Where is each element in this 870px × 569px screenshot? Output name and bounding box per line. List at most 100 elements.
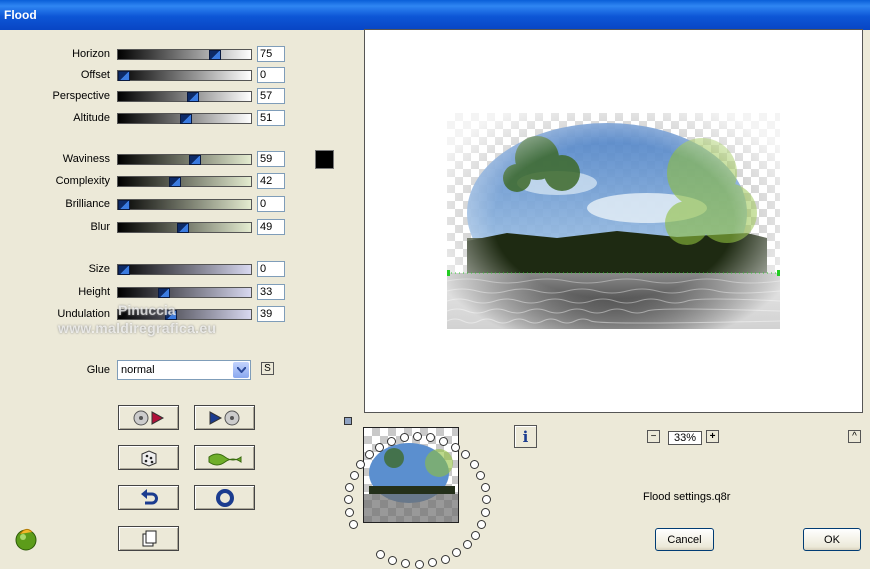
waviness-slider[interactable] [117, 154, 252, 165]
horizon-value-field[interactable]: 75 [257, 46, 285, 62]
navigator-dot [481, 483, 490, 492]
zoom-in-button[interactable]: + [706, 430, 719, 443]
waviness-label: Waviness [62, 153, 110, 165]
size-slider[interactable] [117, 264, 252, 275]
navigator-handle[interactable] [344, 417, 352, 425]
navigator-dot [350, 471, 359, 480]
navigator-dot [451, 443, 460, 452]
color-swatch[interactable] [315, 150, 334, 169]
navigator-dot [401, 559, 410, 568]
glue-label: Glue [86, 364, 110, 376]
save-settings-button[interactable] [194, 405, 255, 430]
cancel-button[interactable]: Cancel [655, 528, 714, 551]
size-value-field[interactable]: 0 [257, 261, 285, 277]
waviness-slider-thumb[interactable] [189, 155, 201, 165]
altitude-label: Altitude [73, 112, 110, 124]
perspective-slider[interactable] [117, 91, 252, 102]
collapse-button[interactable]: ^ [848, 430, 861, 443]
app-logo-icon [12, 524, 40, 555]
navigator-dot [441, 555, 450, 564]
random-button[interactable] [118, 445, 179, 470]
complexity-slider[interactable] [117, 176, 252, 187]
dice-icon [141, 449, 156, 467]
save-settings-icon [209, 410, 239, 425]
horizon-label: Horizon [72, 48, 110, 60]
wave-icon [208, 453, 241, 465]
chevron-down-icon[interactable] [233, 362, 249, 378]
navigator-dot [439, 437, 448, 446]
offset-slider[interactable] [117, 70, 252, 81]
reset-icon [215, 488, 234, 507]
load-settings-button[interactable] [118, 405, 179, 430]
perspective-slider-thumb[interactable] [187, 92, 199, 102]
height-value-field[interactable]: 33 [257, 284, 285, 300]
size-label: Size [88, 263, 110, 275]
glue-seamless-button[interactable]: S [261, 362, 274, 375]
offset-value-field[interactable]: 0 [257, 67, 285, 83]
zoom-out-button[interactable]: − [647, 430, 660, 443]
navigator-dot [481, 508, 490, 517]
navigator-dot [477, 520, 486, 529]
undulation-slider-thumb[interactable] [165, 310, 177, 320]
undo-button[interactable] [118, 485, 179, 510]
offset-slider-thumb[interactable] [118, 71, 130, 81]
undo-icon [140, 488, 158, 504]
navigator[interactable] [336, 416, 496, 569]
height-slider[interactable] [117, 287, 252, 298]
altitude-slider-thumb[interactable] [180, 114, 192, 124]
glue-selected: normal [121, 364, 155, 376]
navigator-dot [470, 460, 479, 469]
zoom-in-label: + [709, 431, 716, 442]
blur-slider[interactable] [117, 222, 252, 233]
title-bar: Flood [0, 0, 870, 30]
ok-button[interactable]: OK [803, 528, 861, 551]
navigator-dot [482, 495, 491, 504]
glue-seamless-label: S [264, 363, 271, 374]
navigator-dot [344, 495, 353, 504]
undulation-value-field[interactable]: 39 [257, 306, 285, 322]
undulation-slider[interactable] [117, 309, 252, 320]
blur-slider-thumb[interactable] [177, 223, 189, 233]
load-settings-icon [133, 410, 164, 425]
blur-label: Blur [90, 221, 110, 233]
brilliance-slider[interactable] [117, 199, 252, 210]
brilliance-value-field[interactable]: 0 [257, 196, 285, 212]
info-button[interactable]: i [514, 425, 537, 448]
navigator-dot [452, 548, 461, 557]
info-icon: i [522, 427, 529, 446]
navigator-dot [471, 531, 480, 540]
copy-icon [142, 530, 156, 546]
navigator-dot [345, 483, 354, 492]
navigator-dot [463, 540, 472, 549]
navigator-dot [461, 450, 470, 459]
waviness-value-field[interactable]: 59 [257, 151, 285, 167]
watermark-line2: www.maldiregrafica.eu [58, 320, 217, 336]
cancel-label: Cancel [667, 533, 702, 546]
horizon-slider-thumb[interactable] [209, 50, 221, 60]
reset-button[interactable] [194, 485, 255, 510]
complexity-label: Complexity [55, 175, 110, 187]
complexity-slider-thumb[interactable] [169, 177, 181, 187]
altitude-slider[interactable] [117, 113, 252, 124]
brilliance-label: Brilliance [65, 198, 110, 210]
undulation-label: Undulation [57, 308, 110, 320]
navigator-dot [356, 460, 365, 469]
navigator-dot [375, 443, 384, 452]
navigator-dot [476, 471, 485, 480]
size-slider-thumb[interactable] [118, 265, 130, 275]
copy-button[interactable] [118, 526, 179, 551]
wave-button[interactable] [194, 445, 255, 470]
preview-area[interactable] [364, 29, 863, 413]
blur-value-field[interactable]: 49 [257, 219, 285, 235]
horizon-slider[interactable] [117, 49, 252, 60]
perspective-value-field[interactable]: 57 [257, 88, 285, 104]
preview-image [447, 113, 780, 329]
navigator-dot [365, 450, 374, 459]
altitude-value-field[interactable]: 51 [257, 110, 285, 126]
navigator-dot [413, 432, 422, 441]
navigator-dot [345, 508, 354, 517]
complexity-value-field[interactable]: 42 [257, 173, 285, 189]
height-slider-thumb[interactable] [158, 288, 170, 298]
brilliance-slider-thumb[interactable] [118, 200, 130, 210]
glue-select[interactable]: normal [117, 360, 251, 380]
